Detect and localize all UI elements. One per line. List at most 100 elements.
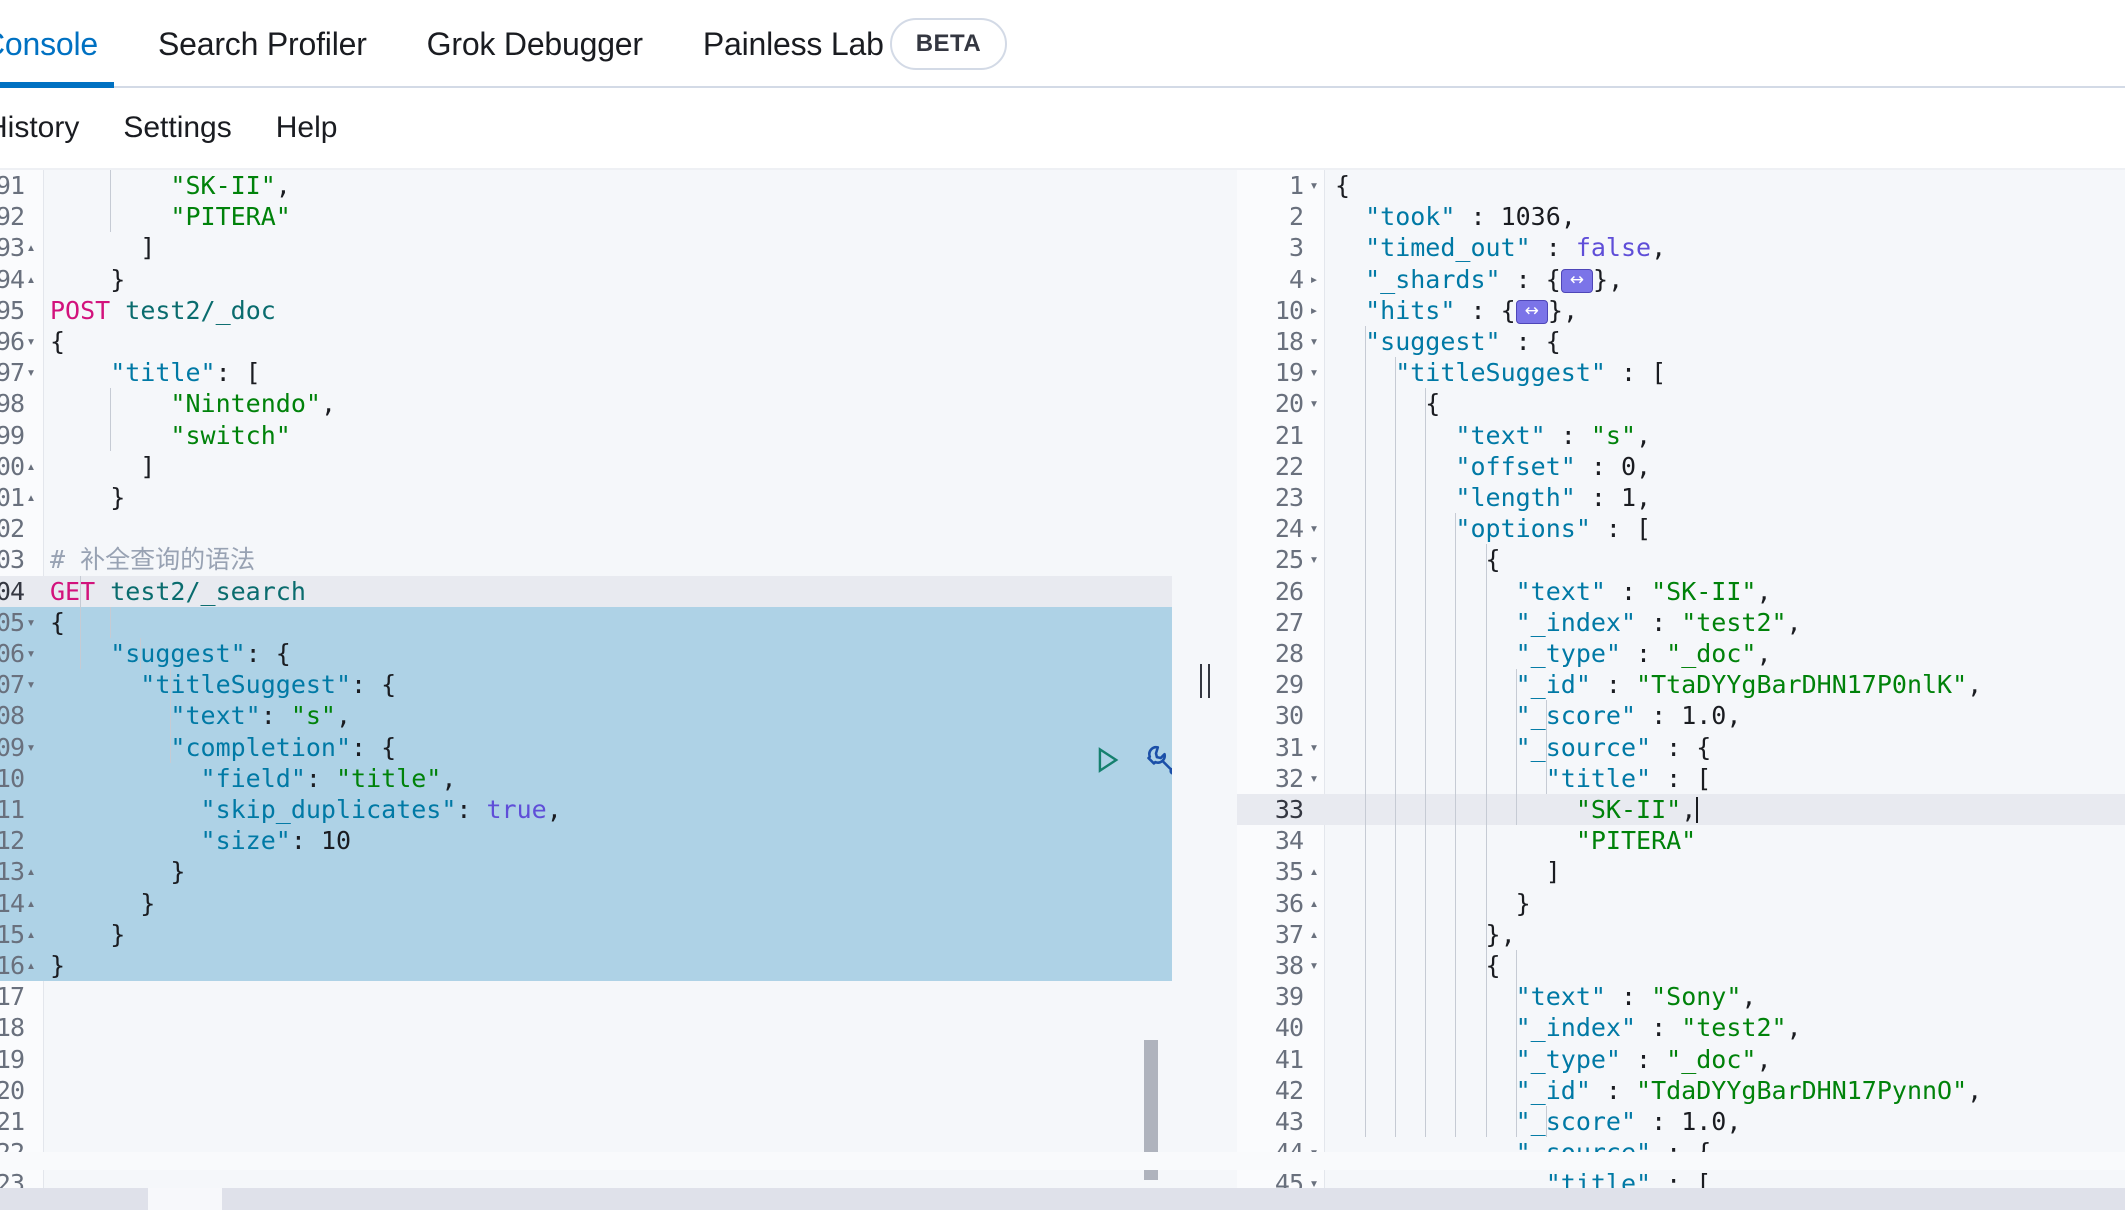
code-line[interactable]: 120 <box>0 1075 1172 1106</box>
code-line[interactable]: 10 ▸ "hits" : {↔}, <box>1237 295 2125 326</box>
code-line[interactable]: 100▴ ] <box>0 451 1172 482</box>
code-line[interactable]: 33 "SK-II", <box>1237 794 2125 826</box>
fold-toggle-icon[interactable]: ▾ <box>22 732 40 763</box>
code-line[interactable]: 103 # 补全查询的语法 <box>0 544 1172 575</box>
code-line[interactable]: 42 "_id" : "TdaDYYgBarDHN17PynnO", <box>1237 1075 2125 1106</box>
code-line[interactable]: 99 "switch" <box>0 420 1172 451</box>
request-editor-panel[interactable]: 91 "SK-II", 92 "PITERA" 93 ▴ ] 94 ▴ } 95 POST t… <box>0 170 1172 1192</box>
code-line[interactable]: 37 ▴ }, <box>1237 919 2125 950</box>
code-line[interactable]: 1 ▾ { <box>1237 170 2125 201</box>
fold-toggle-icon[interactable]: ▴ <box>22 950 40 981</box>
menu-item-help[interactable]: Help <box>254 111 360 145</box>
fold-toggle-icon[interactable]: ▾ <box>1305 170 1323 201</box>
fold-toggle-icon[interactable]: ▴ <box>22 482 40 513</box>
code-line[interactable]: 22 "offset" : 0, <box>1237 451 2125 482</box>
code-line[interactable]: 38 ▾ { <box>1237 950 2125 981</box>
code-line[interactable]: 104 GET test2/_search <box>0 575 1172 607</box>
fold-toggle-icon[interactable]: ▸ <box>1305 264 1323 295</box>
code-line[interactable]: 109▾ "completion": { <box>0 731 1172 763</box>
code-line[interactable]: 24 ▾ "options" : [ <box>1237 513 2125 544</box>
code-line[interactable]: 105▾ { <box>0 606 1172 638</box>
code-line[interactable]: 19 ▾ "titleSuggest" : [ <box>1237 357 2125 388</box>
code-line[interactable]: 114▴ } <box>0 887 1172 919</box>
code-line[interactable]: 31 ▾ "_source" : { <box>1237 732 2125 763</box>
code-line[interactable]: 115▴ } <box>0 918 1172 950</box>
fold-toggle-icon[interactable]: ▾ <box>22 638 40 669</box>
menu-item-settings[interactable]: Settings <box>101 111 253 145</box>
code-line[interactable]: 43 "_score" : 1.0, <box>1237 1106 2125 1137</box>
fold-toggle-icon[interactable]: ▸ <box>1305 295 1323 326</box>
fold-toggle-icon[interactable]: ▴ <box>1305 919 1323 950</box>
code-line[interactable]: 121 <box>0 1106 1172 1137</box>
code-line[interactable]: 27 "_index" : "test2", <box>1237 607 2125 638</box>
code-line[interactable]: 39 "text" : "Sony", <box>1237 981 2125 1012</box>
code-line[interactable]: 110 "field": "title", <box>0 762 1172 794</box>
panel-splitter[interactable] <box>1172 170 1237 1192</box>
tab-console[interactable]: Console <box>0 0 128 88</box>
code-line[interactable]: 92 "PITERA" <box>0 201 1172 232</box>
code-line[interactable]: 3 "timed_out" : false, <box>1237 232 2125 263</box>
code-line[interactable]: 117 <box>0 981 1172 1012</box>
tab-search-profiler[interactable]: Search Profiler <box>128 0 397 88</box>
code-line[interactable]: 94 ▴ } <box>0 264 1172 295</box>
code-line[interactable]: 118 <box>0 1012 1172 1043</box>
code-line[interactable]: 35 ▴ ] <box>1237 856 2125 887</box>
code-line[interactable]: 96 ▾ { <box>0 326 1172 357</box>
play-request-icon[interactable] <box>1090 743 1124 777</box>
code-line[interactable]: 40 "_index" : "test2", <box>1237 1012 2125 1043</box>
code-line[interactable]: 95 POST test2/_doc <box>0 295 1172 326</box>
fold-toggle-icon[interactable]: ▾ <box>22 357 40 388</box>
fold-toggle-icon[interactable]: ▾ <box>1305 513 1323 544</box>
request-actions[interactable] <box>1090 742 1172 778</box>
fold-toggle-icon[interactable]: ▾ <box>22 326 40 357</box>
fold-toggle-icon[interactable]: ▴ <box>22 264 40 295</box>
fold-toggle-icon[interactable]: ▾ <box>1305 357 1323 388</box>
tab-grok-debugger[interactable]: Grok Debugger <box>397 0 673 88</box>
code-line[interactable]: 119 <box>0 1044 1172 1075</box>
code-line[interactable]: 91 "SK-II", <box>0 170 1172 201</box>
code-line[interactable]: 4 ▸ "_shards" : {↔}, <box>1237 264 2125 295</box>
code-line[interactable]: 36 ▴ } <box>1237 888 2125 919</box>
response-panel[interactable]: 1 ▾{2 "took" : 1036, 3 "timed_out" : false… <box>1237 170 2125 1192</box>
fold-toggle-icon[interactable]: ▴ <box>1305 888 1323 919</box>
code-line[interactable]: 18 ▾ "suggest" : { <box>1237 326 2125 357</box>
collapsed-region-badge[interactable]: ↔ <box>1560 268 1594 293</box>
fold-toggle-icon[interactable]: ▴ <box>22 919 40 950</box>
code-line[interactable]: 112 "size": 10 <box>0 825 1172 857</box>
code-line[interactable]: 116▴} <box>0 950 1172 982</box>
fold-toggle-icon[interactable]: ▴ <box>22 888 40 919</box>
code-line[interactable]: 41 "_type" : "_doc", <box>1237 1044 2125 1075</box>
page-scrollbar-segment-right[interactable] <box>222 1188 2125 1210</box>
request-vertical-scrollbar[interactable] <box>1144 170 1158 1192</box>
code-line[interactable]: 107▾ "titleSuggest": { <box>0 669 1172 701</box>
fold-toggle-icon[interactable]: ▴ <box>22 451 40 482</box>
code-line[interactable]: 98 "Nintendo", <box>0 388 1172 419</box>
fold-toggle-icon[interactable]: ▴ <box>22 232 40 263</box>
code-line[interactable]: 2 "took" : 1036, <box>1237 201 2125 232</box>
code-line[interactable]: 20 ▾ { <box>1237 388 2125 419</box>
wrench-icon[interactable] <box>1144 742 1172 778</box>
code-line[interactable]: 26 "text" : "SK-II", <box>1237 576 2125 607</box>
fold-toggle-icon[interactable]: ▾ <box>1305 732 1323 763</box>
code-line[interactable]: 101▴ } <box>0 482 1172 513</box>
fold-toggle-icon[interactable]: ▾ <box>1305 326 1323 357</box>
fold-toggle-icon[interactable]: ▾ <box>22 607 40 638</box>
collapsed-region-badge[interactable]: ↔ <box>1515 299 1548 324</box>
code-line[interactable]: 93 ▴ ] <box>0 232 1172 263</box>
fold-toggle-icon[interactable]: ▾ <box>1305 950 1323 981</box>
fold-toggle-icon[interactable]: ▾ <box>22 669 40 700</box>
tab-painless-lab[interactable]: Painless Lab BETA <box>673 0 1037 88</box>
fold-toggle-icon[interactable]: ▾ <box>1305 544 1323 575</box>
fold-toggle-icon[interactable]: ▾ <box>1305 763 1323 794</box>
code-line[interactable]: 23 "length" : 1, <box>1237 482 2125 513</box>
code-line[interactable]: 108 "text": "s", <box>0 700 1172 732</box>
code-line[interactable]: 111 "skip_duplicates": true, <box>0 794 1172 826</box>
code-line[interactable]: 32 ▾ "title" : [ <box>1237 763 2125 794</box>
code-line[interactable]: 106▾ "suggest": { <box>0 638 1172 670</box>
menu-item-history[interactable]: History <box>0 111 101 145</box>
page-horizontal-scrollbar[interactable] <box>0 1188 2125 1210</box>
code-line[interactable]: 30 "_score" : 1.0, <box>1237 700 2125 731</box>
code-line[interactable]: 97 ▾ "title": [ <box>0 357 1172 388</box>
code-line[interactable]: 102 <box>0 513 1172 544</box>
code-line[interactable]: 113▴ } <box>0 856 1172 888</box>
